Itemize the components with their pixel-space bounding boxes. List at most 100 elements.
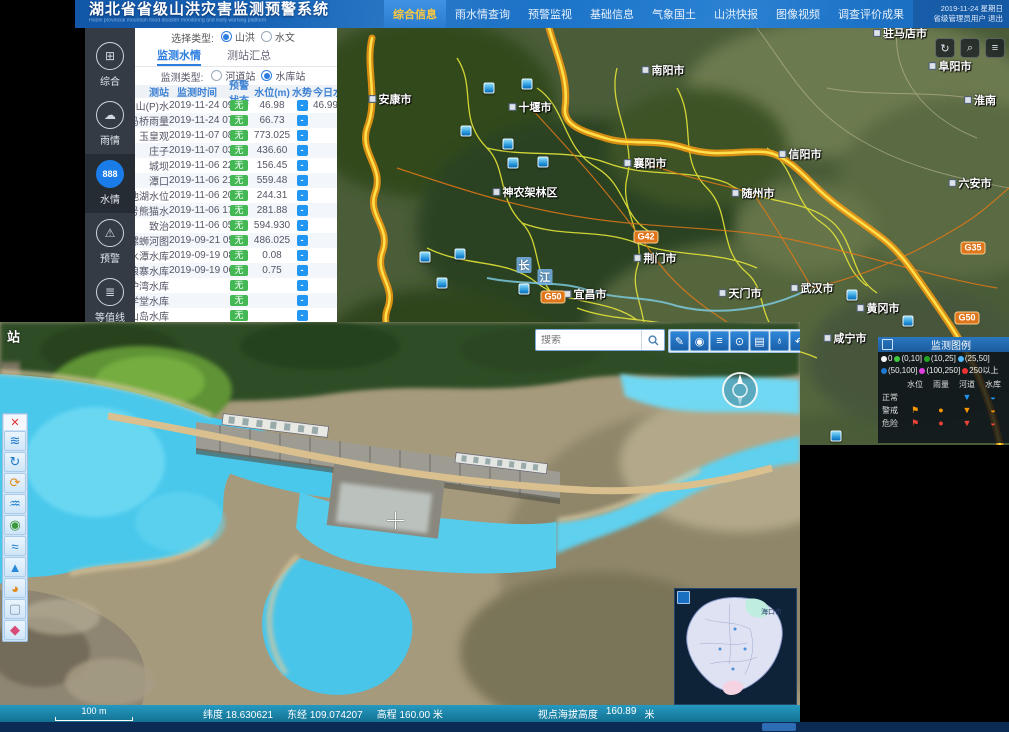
storm-swirl-tool[interactable]: ⟳ <box>4 473 26 493</box>
water-trend: - <box>291 220 313 231</box>
rotate-tool[interactable]: ↻ <box>4 452 26 472</box>
filter-option-水文[interactable]: 水文 <box>261 29 295 44</box>
draw-plot-tool[interactable]: ✎ <box>670 331 689 351</box>
table-row[interactable]: 鸭池湖水位2019-11-06 20无244.31- <box>135 188 337 203</box>
sidebar-item-水情[interactable]: 888水情 <box>85 154 135 213</box>
flood-wave-tool[interactable]: ≋ <box>4 431 26 451</box>
water-station-marker[interactable] <box>455 249 466 260</box>
water-station-marker[interactable] <box>519 284 530 295</box>
sidebar-item-综合[interactable]: ⊞综合 <box>85 36 135 95</box>
scene-3d-viewer[interactable]: 站 ✎◉≡⊙▤♁↶ ✕ ≋↻⟳♒◉≈▲◕▢◆ <box>0 322 800 722</box>
overview-minimap[interactable]: 海口市 <box>674 588 797 705</box>
map-search-button[interactable]: ⌕ <box>960 38 980 58</box>
tab-测站汇总[interactable]: 测站汇总 <box>227 46 271 66</box>
reset-view-button[interactable]: ↻ <box>935 38 955 58</box>
water-station-marker[interactable] <box>503 139 514 150</box>
city-name: 襄阳市 <box>634 155 667 171</box>
table-row[interactable]: 城坝2019-11-06 22无156.45- <box>135 158 337 173</box>
minimap-toggle-icon[interactable] <box>677 591 690 604</box>
legend-collapse-icon[interactable] <box>882 339 893 350</box>
table-row[interactable]: 茶马桥雨量...2019-11-24 07无66.73- <box>135 113 337 128</box>
city-marker-icon <box>493 188 501 196</box>
water-station-marker[interactable] <box>831 431 842 442</box>
ribbon-tool[interactable]: ◆ <box>4 620 26 640</box>
sidebar-item-雨情[interactable]: ☁雨情 <box>85 95 135 154</box>
station-name: 七山岛水库 <box>135 308 169 322</box>
scene-search-bar <box>535 329 665 351</box>
table-row[interactable]: 姑娘寨水库(...2019-09-19 06无0.75- <box>135 263 337 278</box>
nav-item-调查评价成果[interactable]: 调查评价成果 <box>829 0 913 28</box>
water-station-marker[interactable] <box>461 126 472 137</box>
water-trend: - <box>291 190 313 201</box>
splash-tool[interactable]: ≈ <box>4 536 26 556</box>
compass-control[interactable] <box>718 368 762 412</box>
image-chart-tool[interactable]: ▤ <box>750 331 769 351</box>
undo-tool[interactable]: ↶ <box>790 331 800 351</box>
station-name: 城坝 <box>135 158 169 173</box>
water-grid-tool[interactable]: ♒ <box>4 494 26 514</box>
table-row[interactable]: 潭口2019-11-06 21无559.48- <box>135 173 337 188</box>
trend-steady-icon: - <box>297 235 308 246</box>
frame-tool[interactable]: ▢ <box>4 599 26 619</box>
water-station-marker[interactable] <box>420 252 431 263</box>
tab-监测水情[interactable]: 监测水情 <box>157 46 201 66</box>
list-tool[interactable]: ≡ <box>710 331 729 351</box>
warning-status: 无 <box>225 145 253 156</box>
station-name: 学堂水库 <box>135 293 169 308</box>
type-option-水库站[interactable]: 水库站 <box>261 68 305 83</box>
basin-tool[interactable]: ▲ <box>4 557 26 577</box>
trend-steady-icon: - <box>297 175 308 186</box>
station-name: 铁炉湾水库 <box>135 278 169 293</box>
sidebar-item-预警[interactable]: ⚠预警 <box>85 213 135 272</box>
city-marker-icon <box>642 66 650 74</box>
water-station-marker[interactable] <box>508 158 519 169</box>
minimap-island <box>675 589 794 702</box>
nav-item-图像视频[interactable]: 图像视频 <box>767 0 829 28</box>
scrollbar-thumb[interactable] <box>762 723 796 731</box>
table-row[interactable]: 螺蛳河图2019-09-21 05无486.025- <box>135 233 337 248</box>
nav-item-山洪快报[interactable]: 山洪快报 <box>705 0 767 28</box>
nav-item-综合信息[interactable]: 综合信息 <box>384 0 446 28</box>
camera-tool[interactable]: ◉ <box>690 331 709 351</box>
nav-item-基础信息[interactable]: 基础信息 <box>581 0 643 28</box>
table-row[interactable]: 响水潭水库(...2019-09-19 08无0.08- <box>135 248 337 263</box>
water-station-marker[interactable] <box>437 278 448 289</box>
table-row[interactable]: 致治2019-11-06 05无594.930- <box>135 218 337 233</box>
eye-view-tool[interactable]: ⊙ <box>730 331 749 351</box>
nav-item-气象国土[interactable]: 气象国土 <box>643 0 705 28</box>
close-icon[interactable]: ✕ <box>4 415 26 430</box>
table-row[interactable]: 34号熊猫水...2019-11-06 17无281.88- <box>135 203 337 218</box>
table-row[interactable]: 玉皇观2019-11-07 08无773.025- <box>135 128 337 143</box>
city-label-宜昌市: 宜昌市 <box>564 286 607 302</box>
nav-item-雨水情查询[interactable]: 雨水情查询 <box>446 0 519 28</box>
current-user[interactable]: 省级管理员用户 退出 <box>933 14 1003 24</box>
table-row[interactable]: 七山岛水库无- <box>135 308 337 322</box>
water-station-marker[interactable] <box>522 79 533 90</box>
legend-res-icon: ◒ <box>990 393 995 402</box>
filter-option-山洪[interactable]: 山洪 <box>221 29 255 44</box>
flow-path-tool[interactable]: ◕ <box>4 578 26 598</box>
user-block[interactable]: 2019-11-24 星期日 省级管理员用户 退出 <box>913 0 1009 28</box>
city-marker-icon <box>964 96 972 104</box>
legend-dot-icon <box>919 368 925 374</box>
table-row[interactable]: 学堂水库无- <box>135 293 337 308</box>
nav-item-预警监视[interactable]: 预警监视 <box>519 0 581 28</box>
globe-tool[interactable]: ♁ <box>770 331 789 351</box>
legend-title-bar[interactable]: 监测图例 <box>878 337 1009 352</box>
layers-button[interactable]: ≡ <box>985 38 1005 58</box>
table-row[interactable]: 狮子山(P)水...2019-11-24 09无46.98-46.99 <box>135 98 337 113</box>
search-input[interactable] <box>536 335 641 346</box>
whirlpool-tool[interactable]: ◉ <box>4 515 26 535</box>
water-station-marker[interactable] <box>903 316 914 327</box>
water-station-marker[interactable] <box>538 157 549 168</box>
table-row[interactable]: 庄子2019-11-07 03无436.60- <box>135 143 337 158</box>
column-header: 今日水位( <box>313 84 337 99</box>
water-station-marker[interactable] <box>484 83 495 94</box>
trend-steady-icon: - <box>297 205 308 216</box>
station-name: 螺蛳河图 <box>135 233 169 248</box>
legend-tri-icon: ▼ <box>963 419 972 428</box>
table-row[interactable]: 铁炉湾水库无- <box>135 278 337 293</box>
search-icon[interactable] <box>641 330 664 350</box>
water-station-marker[interactable] <box>847 290 858 301</box>
status-badge: 无 <box>230 130 247 141</box>
